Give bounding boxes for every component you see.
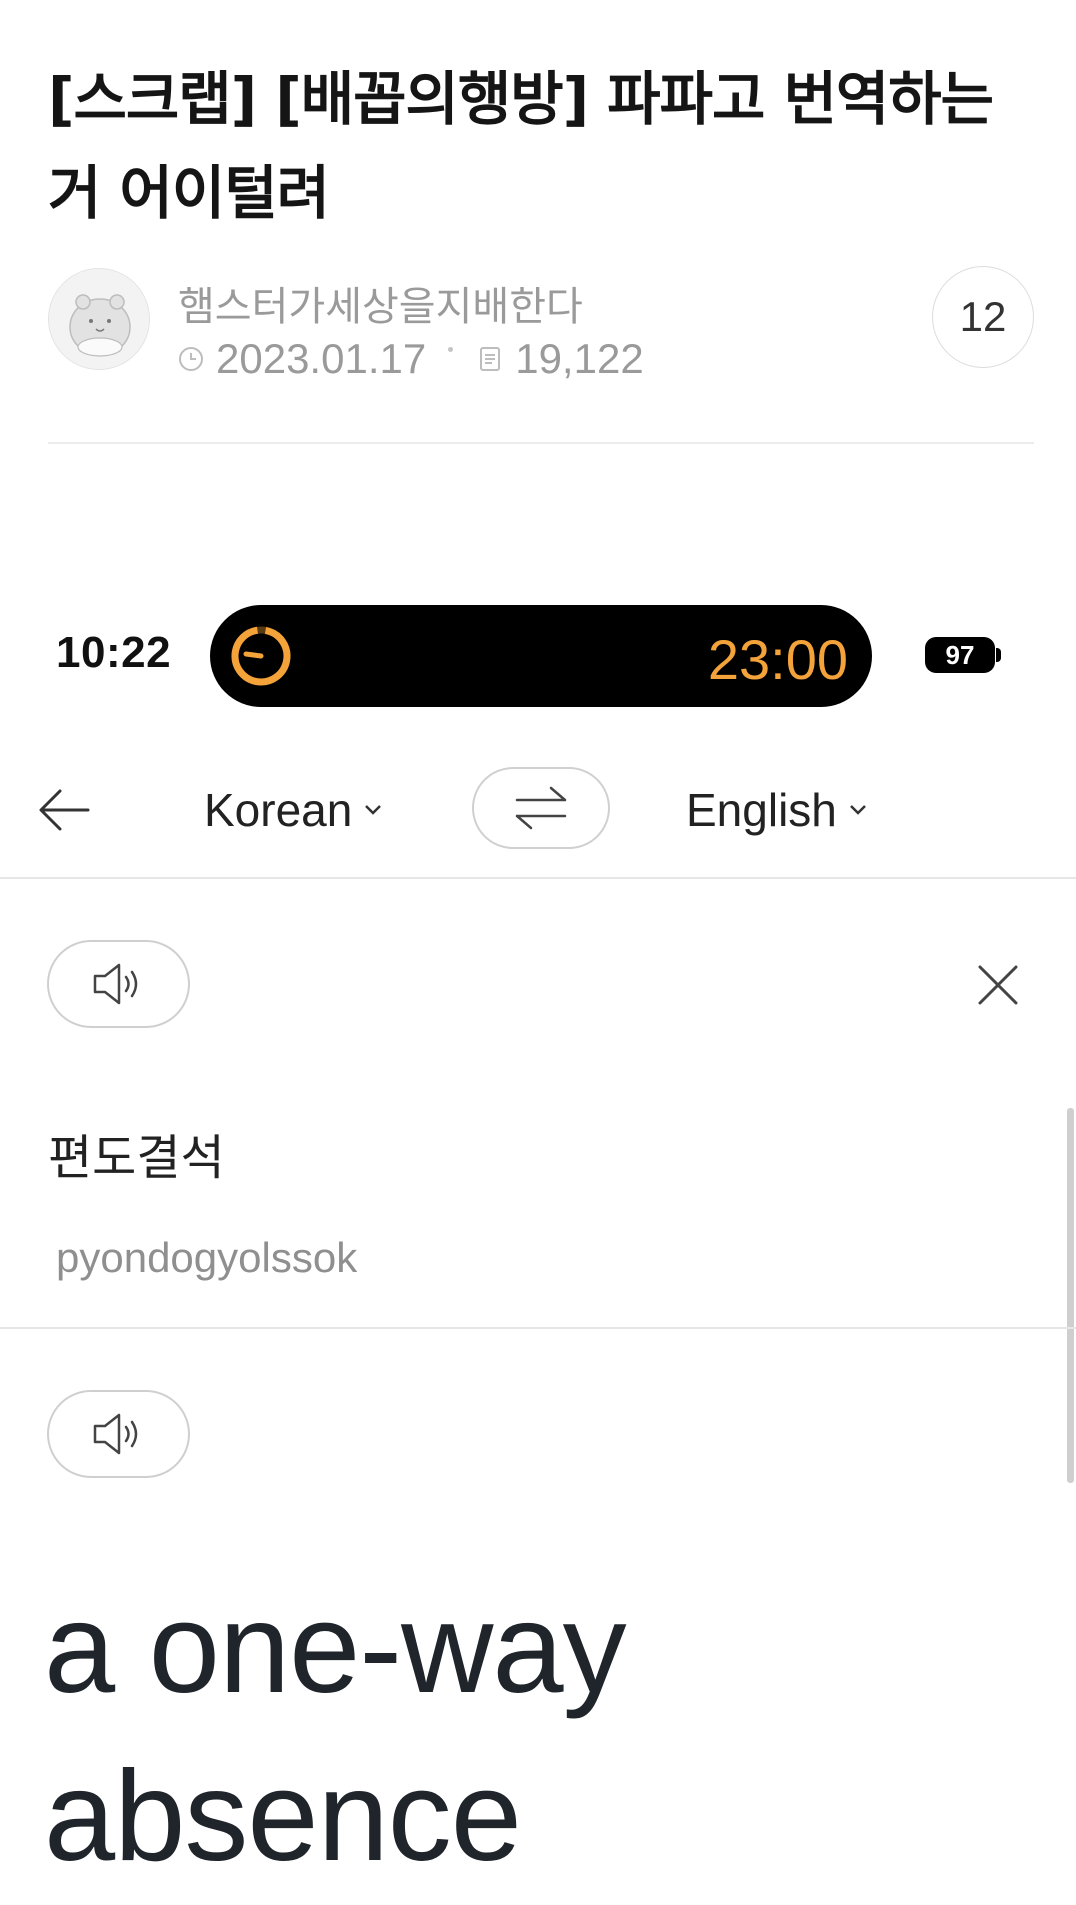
translation-result: a one-way absence (44, 1577, 627, 1888)
arrow-left-icon (39, 789, 90, 831)
battery-indicator: 97 (925, 637, 995, 673)
swap-languages-button[interactable] (472, 767, 610, 849)
battery-tip (996, 648, 1001, 662)
target-language-select[interactable]: English (686, 780, 867, 840)
status-time: 10:22 (56, 628, 172, 677)
source-language-label: Korean (204, 784, 353, 836)
author-row: 햄스터가세상을지배한다 2023.01.17 19,122 12 (48, 266, 1034, 382)
post-date: 2023.01.17 (216, 335, 427, 382)
clock-icon (176, 344, 206, 374)
back-button[interactable] (32, 780, 96, 840)
chevron-down-icon (364, 804, 382, 816)
dynamic-island: 23:00 (210, 605, 872, 707)
document-icon (475, 344, 505, 374)
close-icon (978, 965, 1018, 1005)
divider (48, 442, 1034, 444)
screenshot: [스크랩] [배꼽의행방] 파파고 번역하는 거 어이털려 햄스터가세상을지배한… (0, 0, 1076, 1905)
hamster-avatar-icon (49, 269, 149, 369)
swap-arrows-icon (515, 786, 567, 830)
speaker-icon (93, 963, 137, 1005)
panel-divider (0, 1327, 1076, 1329)
post-title: [스크랩] [배꼽의행방] 파파고 번역하는 거 어이털려 (48, 65, 994, 227)
author-avatar[interactable] (48, 268, 150, 370)
timer-icon (231, 626, 291, 686)
speak-translation-button[interactable] (47, 1390, 190, 1478)
target-language-label: English (686, 784, 837, 836)
scrollbar[interactable] (1067, 1108, 1074, 1483)
post-views: 19,122 (515, 335, 644, 382)
chevron-down-icon (849, 804, 867, 816)
timer-text: 23:00 (707, 628, 848, 691)
post-meta: 2023.01.17 19,122 (176, 334, 644, 384)
toolbar-divider (0, 877, 1076, 879)
speak-source-button[interactable] (47, 940, 190, 1028)
source-text-input[interactable]: 편도결석 (48, 1118, 225, 1188)
author-name[interactable]: 햄스터가세상을지배한다 (178, 274, 583, 332)
clear-input-button[interactable] (968, 955, 1028, 1015)
romanization-text: pyondogyolssok (56, 1234, 358, 1281)
source-language-select[interactable]: Korean (204, 780, 382, 840)
speaker-icon (93, 1413, 137, 1455)
comment-count-button[interactable]: 12 (932, 266, 1034, 368)
meta-separator (448, 346, 454, 352)
